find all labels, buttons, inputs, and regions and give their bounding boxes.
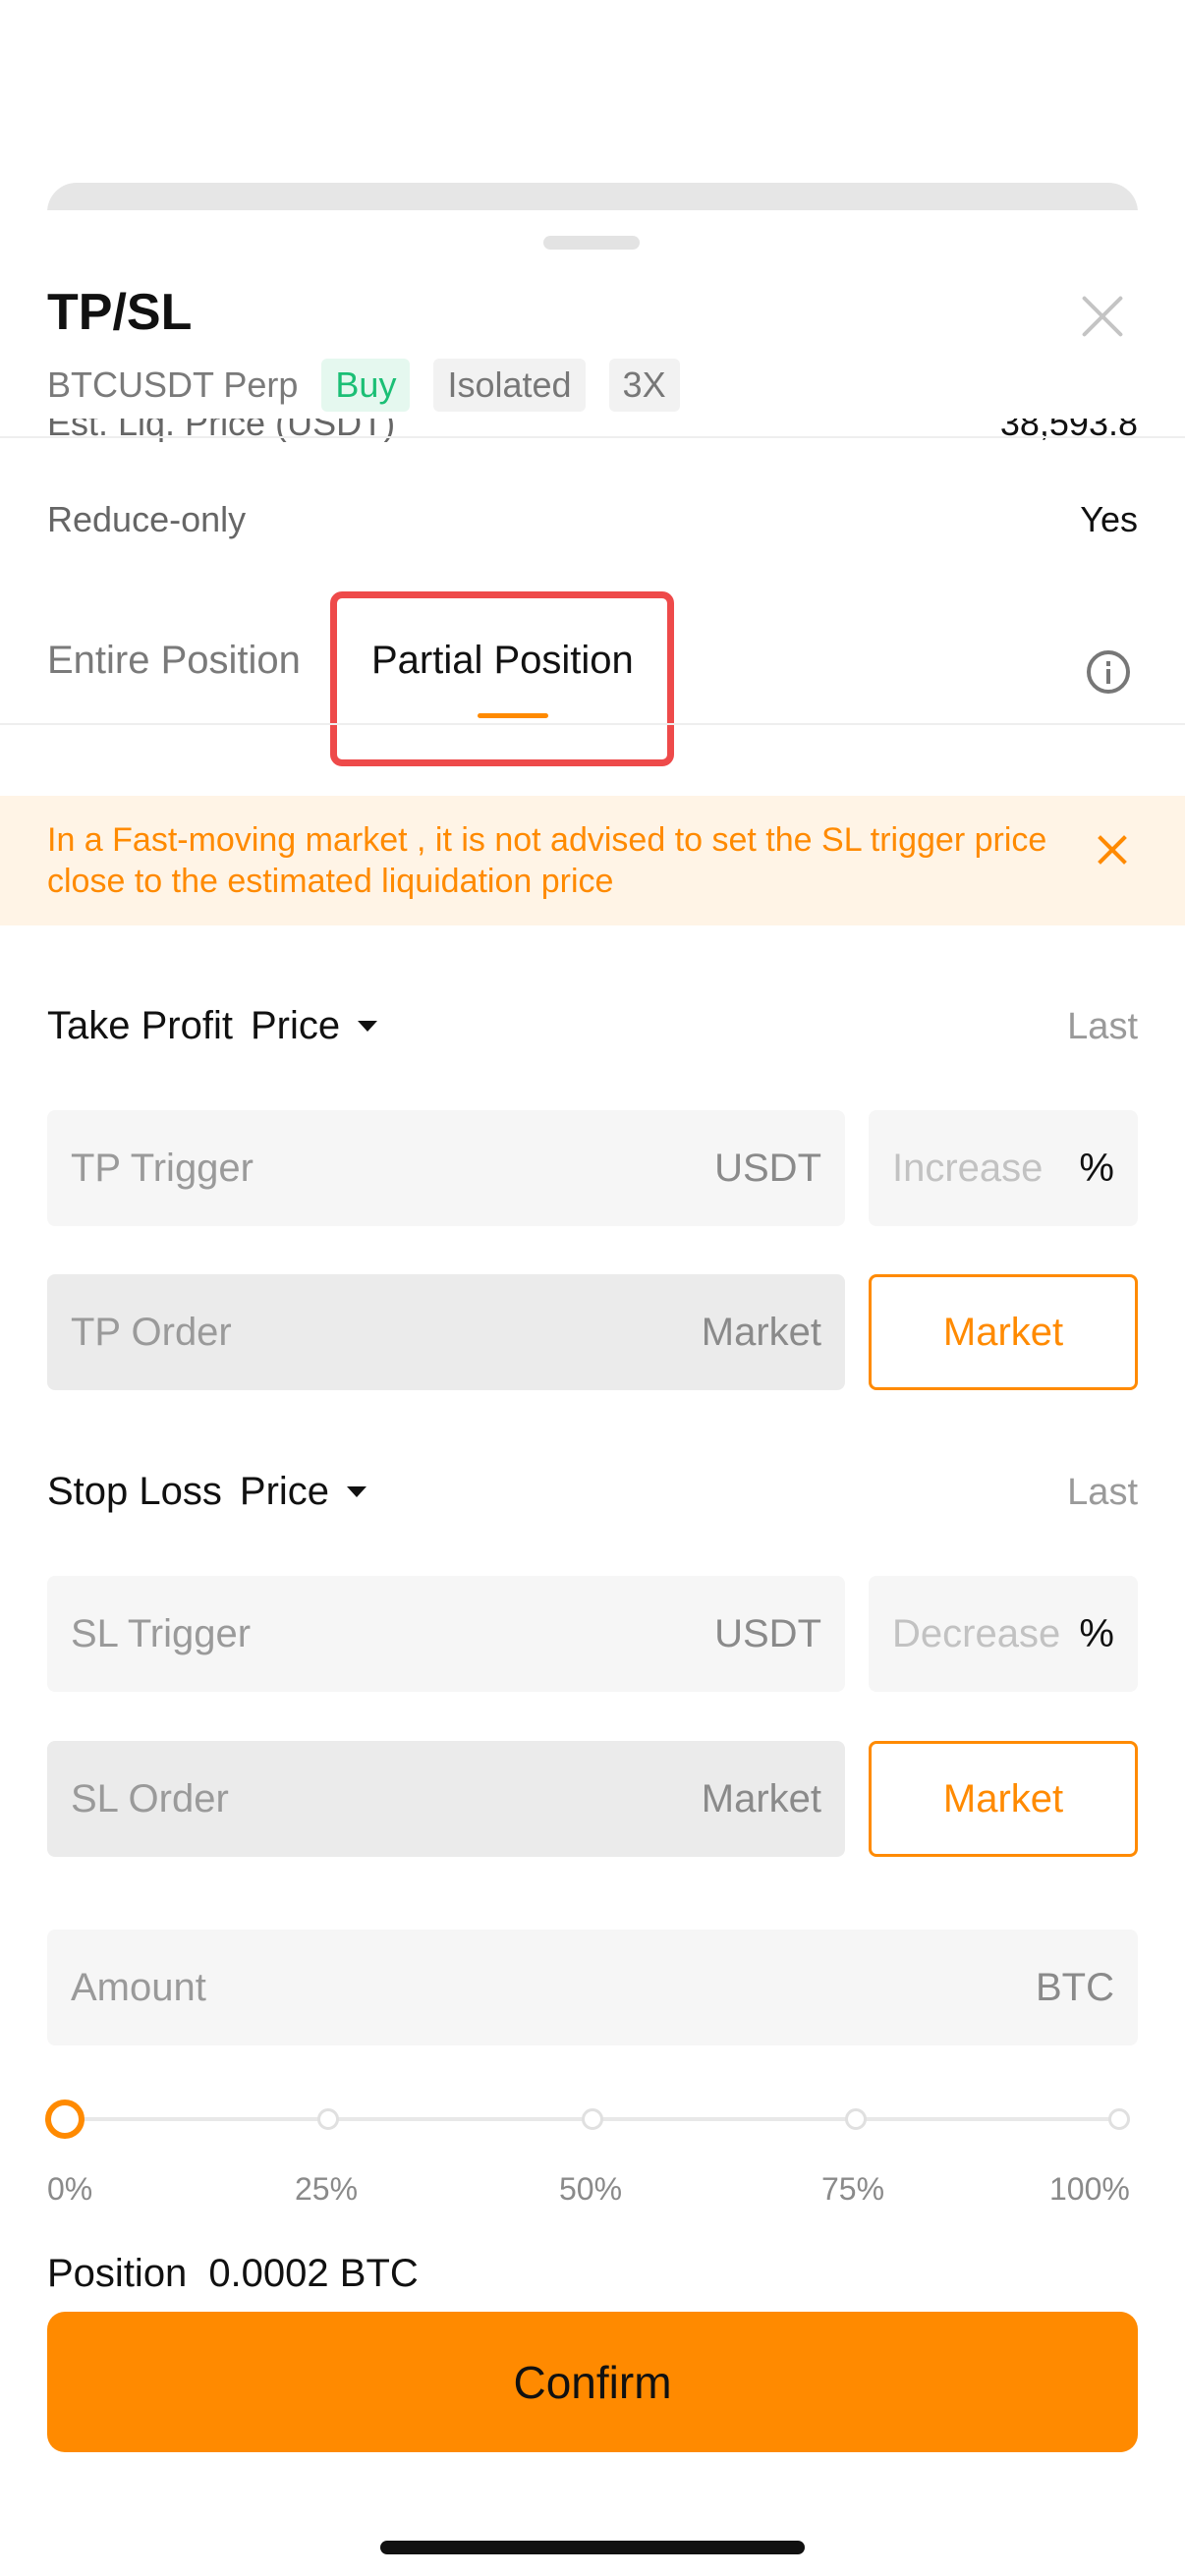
sl-price-type-label: Price: [239, 1470, 330, 1513]
take-profit-header: Take Profit Price: [47, 1004, 378, 1048]
slider-tick-label: 0%: [47, 2171, 93, 2207]
confirm-button[interactable]: Confirm: [47, 2312, 1138, 2452]
tp-price-type-dropdown[interactable]: Price: [250, 1004, 378, 1048]
sl-trigger-placeholder: SL Trigger: [71, 1611, 252, 1655]
stop-loss-label: Stop Loss: [47, 1470, 222, 1513]
amount-unit: BTC: [1036, 1965, 1114, 2009]
sl-last-price-selector[interactable]: Last: [1067, 1472, 1138, 1514]
amount-placeholder: Amount: [71, 1965, 206, 2009]
tp-price-type-label: Price: [250, 1004, 341, 1047]
sl-trigger-unit: USDT: [714, 1611, 821, 1655]
slider-tick-label: 100%: [1049, 2171, 1130, 2207]
slider-step-75[interactable]: [845, 2108, 867, 2130]
slider-tick-label: 25%: [295, 2171, 359, 2207]
amount-input[interactable]: Amount BTC: [47, 1930, 1138, 2045]
tp-trigger-placeholder: TP Trigger: [71, 1146, 254, 1190]
header-divider: [0, 436, 1185, 438]
sl-decrease-input[interactable]: Decrease %: [869, 1576, 1138, 1692]
sl-order-input[interactable]: SL Order Market: [47, 1741, 845, 1857]
sl-order-placeholder: SL Order: [71, 1776, 229, 1820]
drag-handle[interactable]: [543, 236, 640, 250]
chevron-down-icon: [358, 1021, 378, 1032]
sheet-title: TP/SL: [47, 284, 193, 341]
tpsl-bottom-sheet: [0, 210, 1185, 2576]
liq-price-row: Est. Liq. Price (USDT) 38,593.8: [47, 419, 1138, 442]
slider-tick-label: 75%: [821, 2171, 885, 2207]
leverage-badge: 3X: [608, 359, 680, 412]
position-row: Position 0.0002 BTC: [47, 2252, 419, 2296]
tp-trigger-unit: USDT: [714, 1146, 821, 1190]
tp-trigger-input[interactable]: TP Trigger USDT: [47, 1110, 845, 1226]
tp-increase-input[interactable]: Increase %: [869, 1110, 1138, 1226]
sl-order-unit: Market: [701, 1776, 821, 1820]
tp-order-input[interactable]: TP Order Market: [47, 1274, 845, 1390]
reduce-only-row: Reduce-only Yes: [47, 499, 1138, 540]
symbol-row: BTCUSDT Perp Buy Isolated 3X: [47, 359, 680, 412]
highlight-box: [330, 591, 674, 766]
info-icon[interactable]: [1087, 650, 1130, 694]
side-badge: Buy: [321, 359, 411, 412]
sl-decrease-placeholder: Decrease: [892, 1611, 1061, 1655]
sl-trigger-input[interactable]: SL Trigger USDT: [47, 1576, 845, 1692]
position-label: Position: [47, 2252, 188, 2295]
liq-price-label: Est. Liq. Price (USDT): [47, 419, 396, 442]
slider-tick-label: 50%: [559, 2171, 623, 2207]
dismiss-banner-icon[interactable]: [1093, 829, 1132, 868]
tp-order-unit: Market: [701, 1310, 821, 1354]
take-profit-label: Take Profit: [47, 1004, 233, 1047]
tp-last-price-selector[interactable]: Last: [1067, 1006, 1138, 1048]
tp-percent-unit: %: [1079, 1146, 1114, 1190]
symbol-label: BTCUSDT Perp: [47, 364, 299, 405]
tp-market-button[interactable]: Market: [869, 1274, 1138, 1390]
slider-step-100[interactable]: [1108, 2108, 1130, 2130]
tp-order-placeholder: TP Order: [71, 1310, 232, 1354]
liq-price-value: 38,593.8: [999, 419, 1138, 442]
warning-text: In a Fast-moving market , it is not advi…: [47, 821, 1047, 900]
reduce-only-value: Yes: [1080, 499, 1138, 539]
reduce-only-label: Reduce-only: [47, 499, 247, 539]
close-icon[interactable]: [1073, 287, 1132, 346]
home-indicator[interactable]: [380, 2541, 805, 2554]
margin-mode-badge: Isolated: [433, 359, 586, 412]
slider-step-25[interactable]: [317, 2108, 339, 2130]
slider-step-50[interactable]: [582, 2108, 603, 2130]
stop-loss-header: Stop Loss Price: [47, 1470, 367, 1514]
chevron-down-icon: [347, 1486, 367, 1497]
tp-increase-placeholder: Increase: [892, 1146, 1044, 1190]
sl-price-type-dropdown[interactable]: Price: [240, 1470, 367, 1514]
slider-handle[interactable]: [45, 2100, 85, 2139]
sl-market-button[interactable]: Market: [869, 1741, 1138, 1857]
position-value: 0.0002 BTC: [208, 2252, 419, 2295]
tab-entire-position[interactable]: Entire Position: [47, 639, 301, 683]
sl-percent-unit: %: [1079, 1611, 1114, 1655]
tabs-divider: [0, 723, 1185, 725]
